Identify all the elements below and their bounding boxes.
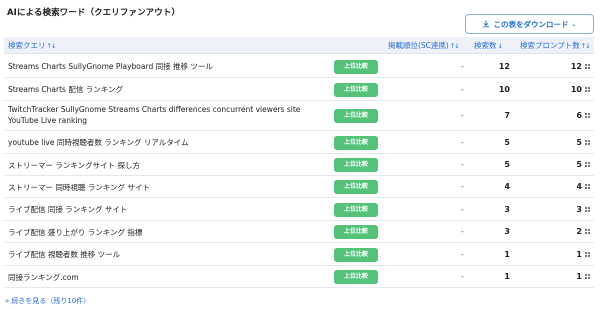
compare-button[interactable]: 上位比較: [334, 225, 378, 239]
sort-icon: ↑↓: [449, 42, 460, 50]
table-row: ストリーマー ランキングサイト 探し方 上位比較 - 5 5: [4, 154, 594, 176]
rank-value: -: [461, 272, 464, 281]
grid-icon[interactable]: [585, 184, 591, 190]
column-header-query[interactable]: 検索クエリ↑↓: [8, 37, 57, 54]
grid-icon[interactable]: [585, 86, 591, 93]
search-count: 10: [498, 84, 510, 94]
table-header: 検索クエリ↑↓ 掲載順位(SC連携)↑↓ 検索数↓ 検索プロンプト数↑↓: [4, 37, 594, 54]
table-row: Streams Charts SullyGnome Playboard 同接 推…: [4, 55, 594, 78]
compare-button[interactable]: 上位比較: [334, 109, 378, 123]
prompt-count: 3: [576, 204, 582, 214]
table-row: ライブ配信 視聴者数 推移 ツール 上位比較 - 1 1: [4, 243, 594, 266]
search-count: 5: [504, 137, 510, 147]
search-count: 3: [504, 204, 510, 214]
compare-button[interactable]: 上位比較: [334, 270, 378, 284]
prompt-count: 10: [570, 84, 582, 94]
table-row: Streams Charts 配信 ランキング 上位比較 - 10 10: [4, 78, 594, 101]
column-header-prompt[interactable]: 検索プロンプト数↑↓: [520, 37, 591, 54]
column-header-count[interactable]: 検索数↓: [474, 37, 504, 54]
grid-icon[interactable]: [585, 162, 591, 168]
query-text: Streams Charts SullyGnome Playboard 同接 推…: [8, 62, 213, 71]
sort-icon: ↑↓: [46, 42, 57, 50]
rank-value: -: [461, 160, 464, 169]
download-table-button[interactable]: この表をダウンロード ⌄: [465, 14, 594, 34]
prompt-count: 12: [570, 61, 582, 71]
table-row: 同接ランキング.com 上位比較 - 1 1: [4, 266, 594, 288]
section-title: AIによる検索ワード（クエリファンアウト）: [7, 8, 181, 18]
table-row: ライブ配信 盛り上がり ランキング 指標 上位比較 - 3 2: [4, 221, 594, 243]
table-row: ライブ配信 同接 ランキング サイト 上位比較 - 3 3: [4, 198, 594, 221]
search-count: 4: [504, 182, 510, 191]
chevron-down-icon: ⌄: [571, 20, 577, 28]
compare-button[interactable]: 上位比較: [334, 158, 378, 172]
download-icon: [483, 20, 490, 28]
search-count: 5: [504, 160, 510, 169]
sort-icon: ↑↓: [580, 42, 591, 50]
table-row: TwitchTracker SullyGnome Streams Charts …: [4, 101, 594, 131]
prompt-count: 5: [576, 137, 582, 147]
query-text: Streams Charts 配信 ランキング: [8, 85, 123, 94]
double-chevron-down-icon: »: [5, 297, 10, 305]
compare-button[interactable]: 上位比較: [334, 180, 378, 194]
search-count: 1: [504, 249, 510, 259]
grid-icon[interactable]: [585, 229, 591, 235]
rank-value: -: [461, 61, 464, 71]
search-count: 12: [498, 61, 510, 71]
rank-value: -: [461, 137, 464, 147]
table-row: ストリーマー 同時視聴 ランキング サイト 上位比較 - 4 4: [4, 176, 594, 198]
query-text: youtube live 同時視聴者数 ランキング リアルタイム: [8, 138, 189, 147]
grid-icon[interactable]: [585, 206, 591, 213]
rank-value: -: [461, 111, 464, 120]
prompt-count: 5: [576, 160, 582, 169]
grid-icon[interactable]: [585, 63, 591, 70]
query-text: TwitchTracker SullyGnome Streams Charts …: [8, 105, 301, 125]
query-text: ライブ配信 盛り上がり ランキング 指標: [8, 227, 143, 237]
rank-value: -: [461, 227, 464, 236]
search-count: 3: [504, 227, 510, 236]
query-text: ライブ配信 同接 ランキング サイト: [8, 205, 128, 214]
compare-button[interactable]: 上位比較: [334, 82, 378, 97]
prompt-count: 1: [576, 272, 582, 281]
grid-icon[interactable]: [585, 139, 591, 146]
prompt-count: 1: [576, 249, 582, 259]
download-button-label: この表をダウンロード: [493, 19, 569, 29]
prompt-count: 2: [576, 227, 582, 236]
prompt-count: 4: [576, 182, 582, 191]
query-text: ストリーマー ランキングサイト 探し方: [8, 160, 141, 170]
show-more-link[interactable]: » 続きを見る（残り10件）: [5, 296, 90, 306]
grid-icon[interactable]: [585, 113, 591, 119]
rank-value: -: [461, 84, 464, 94]
table-row: youtube live 同時視聴者数 ランキング リアルタイム 上位比較 - 5 5: [4, 131, 594, 154]
rank-value: -: [461, 249, 464, 259]
rank-value: -: [461, 204, 464, 214]
sort-icon: ↓: [497, 42, 504, 50]
compare-button[interactable]: 上位比較: [334, 135, 378, 150]
grid-icon[interactable]: [585, 274, 591, 280]
prompt-count: 6: [576, 111, 582, 120]
query-text: ストリーマー 同時視聴 ランキング サイト: [8, 182, 150, 192]
column-header-rank[interactable]: 掲載順位(SC連携)↑↓: [388, 37, 460, 54]
show-more-label: 続きを見る（残り10件）: [11, 297, 91, 305]
query-text: 同接ランキング.com: [8, 272, 79, 282]
compare-button[interactable]: 上位比較: [334, 59, 378, 74]
search-count: 1: [504, 272, 510, 281]
compare-button[interactable]: 上位比較: [334, 202, 378, 217]
search-count: 7: [504, 111, 510, 120]
grid-icon[interactable]: [585, 251, 591, 258]
compare-button[interactable]: 上位比較: [334, 247, 378, 262]
query-text: ライブ配信 視聴者数 推移 ツール: [8, 250, 121, 259]
rank-value: -: [461, 182, 464, 191]
